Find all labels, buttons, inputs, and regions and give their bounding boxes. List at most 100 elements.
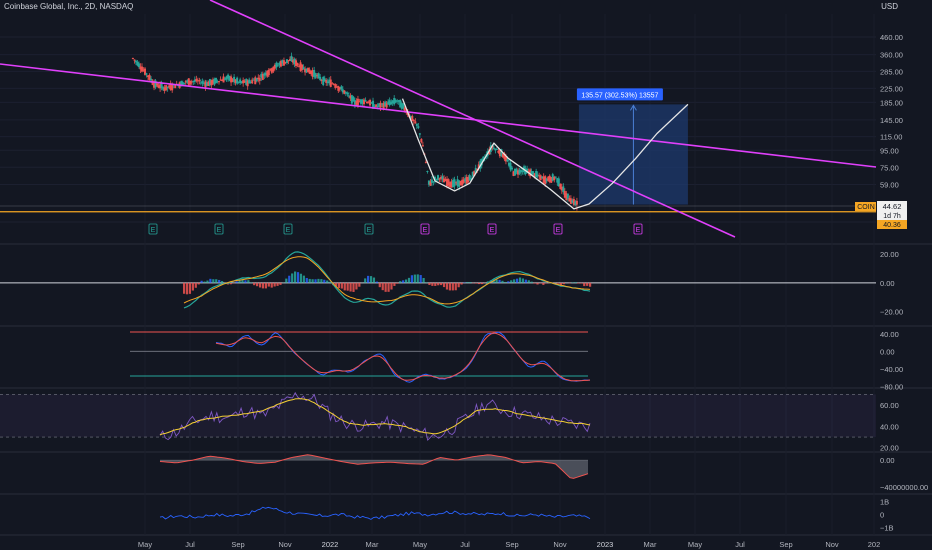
macd-tick-label: 0.00 [880,279,895,288]
time-tick-label: 2022 [322,540,339,549]
macd-hist-bar [244,280,247,283]
macd-hist-bar [311,279,314,283]
time-tick-label: Sep [231,540,244,549]
time-tick-label: Mar [366,540,379,549]
macd-hist-bar [253,282,256,286]
price-tick-label: 225.00 [880,84,903,93]
rsi-band [0,394,876,438]
macd-hist-bar [425,282,428,283]
macd-hist-bar [299,273,303,283]
price-tick-label: 285.00 [880,67,903,76]
macd-hist-bar [410,275,414,283]
macd-hist-bar [346,282,349,291]
macd-hist-bar [536,282,539,285]
macd-hist-bar [390,282,393,290]
macd-hist-bar [293,271,297,283]
time-tick-label: May [688,540,702,549]
macd-line [183,251,591,309]
candle-body [276,65,279,67]
time-tick-label: Nov [553,540,567,549]
price-tick-label: 59.00 [880,180,899,189]
earnings-marker-label: E [490,227,495,234]
support-tag: 40.36 [883,222,901,229]
macd-hist-bar [291,273,294,283]
macd-hist-bar [209,278,212,283]
macd-hist-bar [504,281,507,283]
candle-body [156,83,159,86]
candle-body [346,92,349,95]
macd-hist-bar [267,282,270,287]
macd-hist-bar [235,281,238,283]
candle-body [426,170,429,172]
candle-body [329,79,332,87]
time-tick-label: Jul [735,540,745,549]
candle-body [174,85,177,89]
macd-hist-bar [518,277,522,283]
earnings-marker-label: E [367,227,372,234]
macd-hist-bar [445,282,449,290]
stochastic-tick-label: 40.00 [880,330,899,339]
macd-hist-bar [381,282,384,291]
macd-hist-bar [586,282,589,286]
macd-hist-bar [524,279,527,283]
macd-hist-bar [413,274,416,283]
macd-hist-bar [276,282,279,286]
time-tick-label: Mar [644,540,657,549]
candle-body [421,145,424,147]
candle-body [554,176,557,178]
candle-body [282,60,285,66]
time-tick-label: May [413,540,427,549]
macd-hist-bar [296,272,300,283]
chart-root[interactable]: Coinbase Global, Inc., 2D, NASDAQ USD 46… [0,0,932,550]
macd-hist-bar [501,280,504,283]
macd-hist-bar [279,282,282,285]
chart-svg[interactable]: 460.00 360.00 285.00 225.00 185.00 145.00 115.… [0,0,932,550]
macd-hist-bar [215,279,218,283]
candle-body [198,80,201,82]
macd-hist-bar [273,282,276,287]
macd-hist-bar [323,279,326,283]
time-tick-label: Nov [825,540,839,549]
macd-hist-bar [480,282,484,285]
price-tick-label: 95.00 [880,146,899,155]
candle-body [145,73,148,75]
macd-hist-bar [442,282,446,288]
time-tick-label: Sep [779,540,792,549]
macd-hist-bar [454,282,457,291]
macd-hist-bar [372,277,376,283]
stochastic-tick-label: 0.00 [880,347,895,356]
projection-label: 135.57 (302.53%) 13557 [581,92,658,99]
candle-body [137,63,140,67]
earnings-marker-label: E [636,227,641,234]
candle-body [495,148,498,150]
stochastic-tick-label: −80.00 [880,382,903,391]
macd-hist-bar [183,282,186,294]
macd-hist-bar [378,282,381,288]
macd-hist-bar [197,282,200,285]
candle-body [258,78,261,81]
macd-hist-bar [451,282,454,291]
macd-hist-bar [571,282,574,283]
candle-body [468,175,471,181]
candle-body [566,193,569,199]
macd-hist-bar [288,275,291,283]
volume-flow-tick-label: 1B [880,498,889,507]
macd-hist-bar [200,280,203,283]
macd-hist-bar [574,282,577,283]
macd-hist-bar [527,280,530,283]
volume-flow-tick-label: 0 [880,511,884,520]
macd-hist-bar [191,282,194,291]
stochastic-tick-label: −40.00 [880,365,903,374]
macd-hist-bar [355,282,358,290]
macd-hist-bar [440,282,443,286]
price-tick-label: 75.00 [880,163,899,172]
macd-hist-bar [530,281,533,283]
candle-body [510,167,513,170]
macd-hist-bar [407,277,411,283]
rsi-tick-label: 40.00 [880,422,899,431]
macd-hist-bar [340,282,343,289]
macd-hist-bar [562,282,565,285]
macd-hist-bar [399,281,402,283]
countdown-tag: 1d 7h [883,213,901,220]
macd-hist-bar [422,277,425,283]
